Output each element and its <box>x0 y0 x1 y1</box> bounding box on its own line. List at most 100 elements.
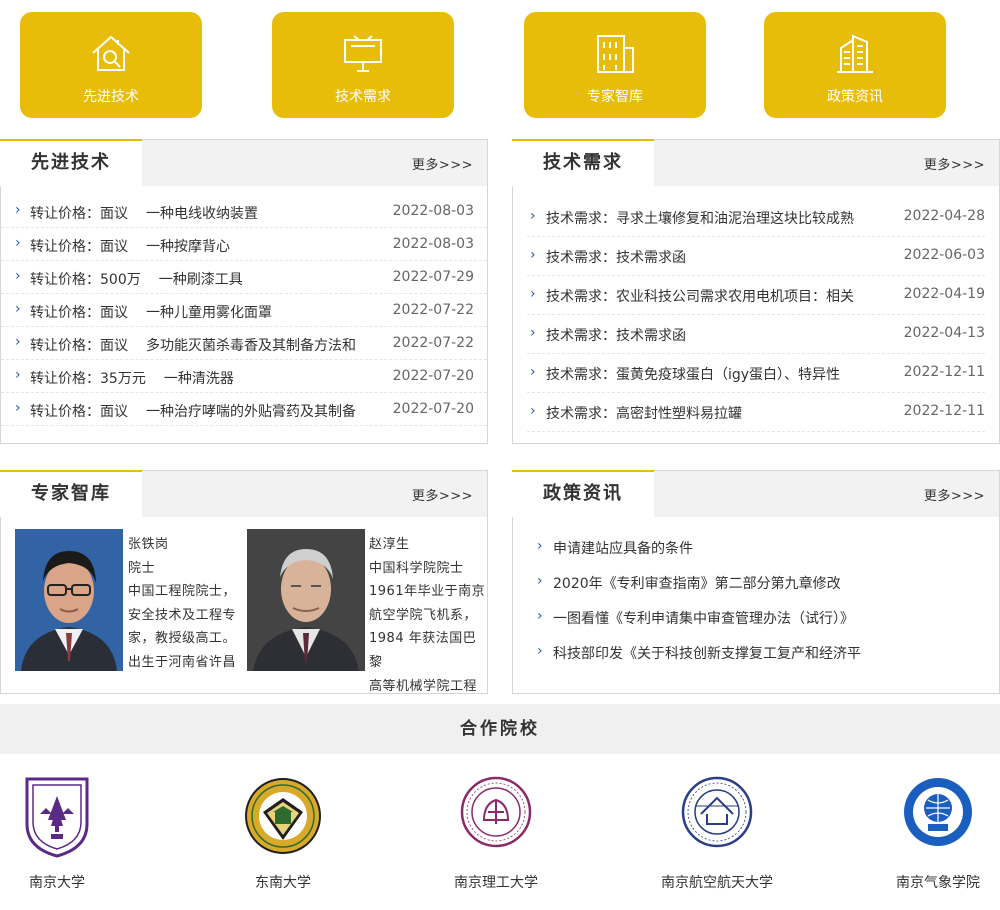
item-date: 2022-08-03 <box>392 236 474 252</box>
item-title[interactable]: 一种儿童用雾化面罩 <box>146 305 272 321</box>
partner-name[interactable]: 南京气象学院 <box>862 872 1000 892</box>
list-item[interactable]: › 转让价格：500万 一种刷漆工具 2022-07-29 <box>1 261 487 294</box>
list-item[interactable]: › 科技部印发《关于科技创新支撑复工复产和经济平 <box>513 636 999 671</box>
list-item[interactable]: › 转让价格：35万元 一种清洗器 2022-07-20 <box>1 360 487 393</box>
expert-line: 1961年毕业于南京 <box>369 584 486 600</box>
item-title[interactable]: 一种刷漆工具 <box>159 272 243 288</box>
expert-bio: 赵淳生 中国科学院院士 1961年毕业于南京 航空学院飞机系， 1984 年获法… <box>369 533 487 698</box>
list-item[interactable]: › 转让价格：面议 一种电线收纳装置 2022-08-03 <box>1 195 487 228</box>
more-link[interactable]: 更多>>> <box>924 485 985 504</box>
tech-demand-list: › 技术需求：寻求土壤修复和油泥治理这块比较成熟 2022-04-28 › 技术需求：… <box>513 198 999 432</box>
tile-policy[interactable]: 政策资讯 <box>764 12 946 118</box>
chevron-right-icon: › <box>15 367 21 383</box>
item-title[interactable]: 技术需求：高密封性塑料易拉罐 <box>546 403 742 423</box>
list-item[interactable]: › 技术需求：寻求土壤修复和油泥治理这块比较成熟 2022-04-28 <box>527 198 985 237</box>
partner-logo-nuist[interactable]: 南京气象学院 <box>896 776 980 891</box>
partner-name[interactable]: 东南大学 <box>203 872 363 892</box>
expert-line: 高等机械学院工程 <box>369 678 478 694</box>
chevron-right-icon: › <box>15 334 21 350</box>
list-item[interactable]: › 2020年《专利审查指南》第二部分第九章修改 <box>513 566 999 601</box>
expert-name[interactable]: 赵淳生 <box>369 533 487 557</box>
expert-bio: 张铁岗 院士 中国工程院院士， 安全技术及工程专 家，教授级高工。 出生于河南省… <box>128 533 246 675</box>
policy-panel: 政策资讯 更多>>> › 申请建站应具备的条件 › 2020年《专利审查指南》第二部… <box>512 470 1000 694</box>
partner-name[interactable]: 南京理工大学 <box>420 872 572 892</box>
list-item[interactable]: › 技术需求：蛋黄免疫球蛋白（igy蛋白）、特异性 2022-12-11 <box>527 354 985 393</box>
partner-logo-nju[interactable]: 南京大学 <box>24 776 90 891</box>
tile-experts[interactable]: 专家智库 <box>524 12 706 118</box>
price-label: 转让价格：面议 <box>30 206 128 222</box>
billboard-icon <box>344 35 382 72</box>
item-date: 2022-12-11 <box>903 403 985 419</box>
tile-label: 先进技术 <box>83 89 139 105</box>
item-title[interactable]: 技术需求：蛋黄免疫球蛋白（igy蛋白）、特异性 <box>546 364 840 384</box>
list-item[interactable]: › 转让价格：面议 一种按摩背心 2022-08-03 <box>1 228 487 261</box>
chevron-right-icon: › <box>530 286 536 302</box>
price-label: 转让价格：面议 <box>30 305 128 321</box>
tile-tech-demand[interactable]: 技术需求 <box>272 12 454 118</box>
item-title[interactable]: 技术需求：农业科技公司需求农用电机项目：相关 <box>546 286 854 306</box>
university-crest-icon <box>25 777 89 858</box>
item-title[interactable]: 一种按摩背心 <box>146 239 230 255</box>
item-title[interactable]: 2020年《专利审查指南》第二部分第九章修改 <box>553 573 841 593</box>
panel-title: 政策资讯 <box>512 470 654 517</box>
item-date: 2022-06-03 <box>903 247 985 263</box>
more-link[interactable]: 更多>>> <box>412 485 473 504</box>
expert-line: 家，教授级高工。 <box>128 631 237 647</box>
list-item[interactable]: › 转让价格：面议 多功能灭菌杀毒香及其制备方法和 2022-07-22 <box>1 327 487 360</box>
chevron-right-icon: › <box>530 325 536 341</box>
tile-advanced-tech[interactable]: 先进技术 <box>20 12 202 118</box>
tile-label: 政策资讯 <box>827 89 883 105</box>
more-link[interactable]: 更多>>> <box>412 154 473 173</box>
chevron-right-icon: › <box>15 202 21 218</box>
price-label: 转让价格：面议 <box>30 404 128 420</box>
list-item[interactable]: › 转让价格：面议 一种治疗哮喘的外贴膏药及其制备 2022-07-20 <box>1 393 487 426</box>
item-title[interactable]: 一图看懂《专利申请集中审查管理办法（试行）》 <box>553 608 854 628</box>
item-title[interactable]: 一种电线收纳装置 <box>146 206 258 222</box>
panel-title: 先进技术 <box>0 139 142 186</box>
price-label: 转让价格：35万元 <box>30 371 146 387</box>
item-title[interactable]: 技术需求：寻求土壤修复和油泥治理这块比较成熟 <box>546 208 854 228</box>
more-link[interactable]: 更多>>> <box>924 154 985 173</box>
chevron-right-icon: › <box>537 573 543 589</box>
chevron-right-icon: › <box>537 608 543 624</box>
item-date: 2022-04-28 <box>903 208 985 224</box>
item-title[interactable]: 一种治疗哮喘的外贴膏药及其制备 <box>146 404 356 420</box>
list-item[interactable]: › 技术需求：农业科技公司需求农用电机项目：相关 2022-04-19 <box>527 276 985 315</box>
list-item[interactable]: › 技术需求：技术需求函 2022-06-03 <box>527 237 985 276</box>
price-label: 转让价格：面议 <box>30 239 128 255</box>
expert-line: 航空学院飞机系， <box>369 607 478 623</box>
panel-title: 技术需求 <box>512 139 654 186</box>
partner-name[interactable]: 南京大学 <box>0 872 130 892</box>
item-title[interactable]: 多功能灭菌杀毒香及其制备方法和 <box>146 338 356 354</box>
partner-logo-njust[interactable]: 南京理工大学 <box>454 776 538 891</box>
item-title[interactable]: 技术需求：技术需求函 <box>546 325 686 345</box>
expert-photo[interactable] <box>15 529 123 671</box>
expert-line: 出生于河南省许昌 <box>128 654 237 670</box>
partner-logo-nuaa[interactable]: 南京航空航天大学 <box>661 776 773 891</box>
price-label: 转让价格：500万 <box>30 272 141 288</box>
list-item[interactable]: › 转让价格：面议 一种儿童用雾化面罩 2022-07-22 <box>1 294 487 327</box>
list-item[interactable]: › 申请建站应具备的条件 <box>513 531 999 566</box>
expert-card[interactable]: 赵淳生 中国科学院院士 1961年毕业于南京 航空学院飞机系， 1984 年获法… <box>247 529 485 694</box>
partner-name[interactable]: 南京航空航天大学 <box>641 872 793 892</box>
list-item[interactable]: › 一图看懂《专利申请集中审查管理办法（试行）》 <box>513 601 999 636</box>
item-title[interactable]: 技术需求：技术需求函 <box>546 247 686 267</box>
expert-photo[interactable] <box>247 529 365 671</box>
item-date: 2022-07-20 <box>392 368 474 384</box>
list-item[interactable]: › 技术需求：高密封性塑料易拉罐 2022-12-11 <box>527 393 985 432</box>
item-title[interactable]: 科技部印发《关于科技创新支撑复工复产和经济平 <box>553 643 861 663</box>
expert-line: 安全技术及工程专 <box>128 607 237 623</box>
chevron-right-icon: › <box>15 400 21 416</box>
item-title[interactable]: 申请建站应具备的条件 <box>553 538 693 558</box>
expert-card[interactable]: 张铁岗 院士 中国工程院院士， 安全技术及工程专 家，教授级高工。 出生于河南省… <box>15 529 245 671</box>
tile-label: 专家智库 <box>587 89 643 105</box>
chevron-right-icon: › <box>15 301 21 317</box>
university-seal-icon <box>245 778 321 854</box>
list-item[interactable]: › 技术需求：技术需求函 2022-04-13 <box>527 315 985 354</box>
expert-line: 中国工程院院士， <box>128 584 237 600</box>
expert-line: 院士 <box>128 560 156 576</box>
partner-logo-seu[interactable]: 东南大学 <box>243 776 323 891</box>
chevron-right-icon: › <box>15 235 21 251</box>
expert-name[interactable]: 张铁岗 <box>128 533 246 557</box>
item-title[interactable]: 一种清洗器 <box>164 371 234 387</box>
